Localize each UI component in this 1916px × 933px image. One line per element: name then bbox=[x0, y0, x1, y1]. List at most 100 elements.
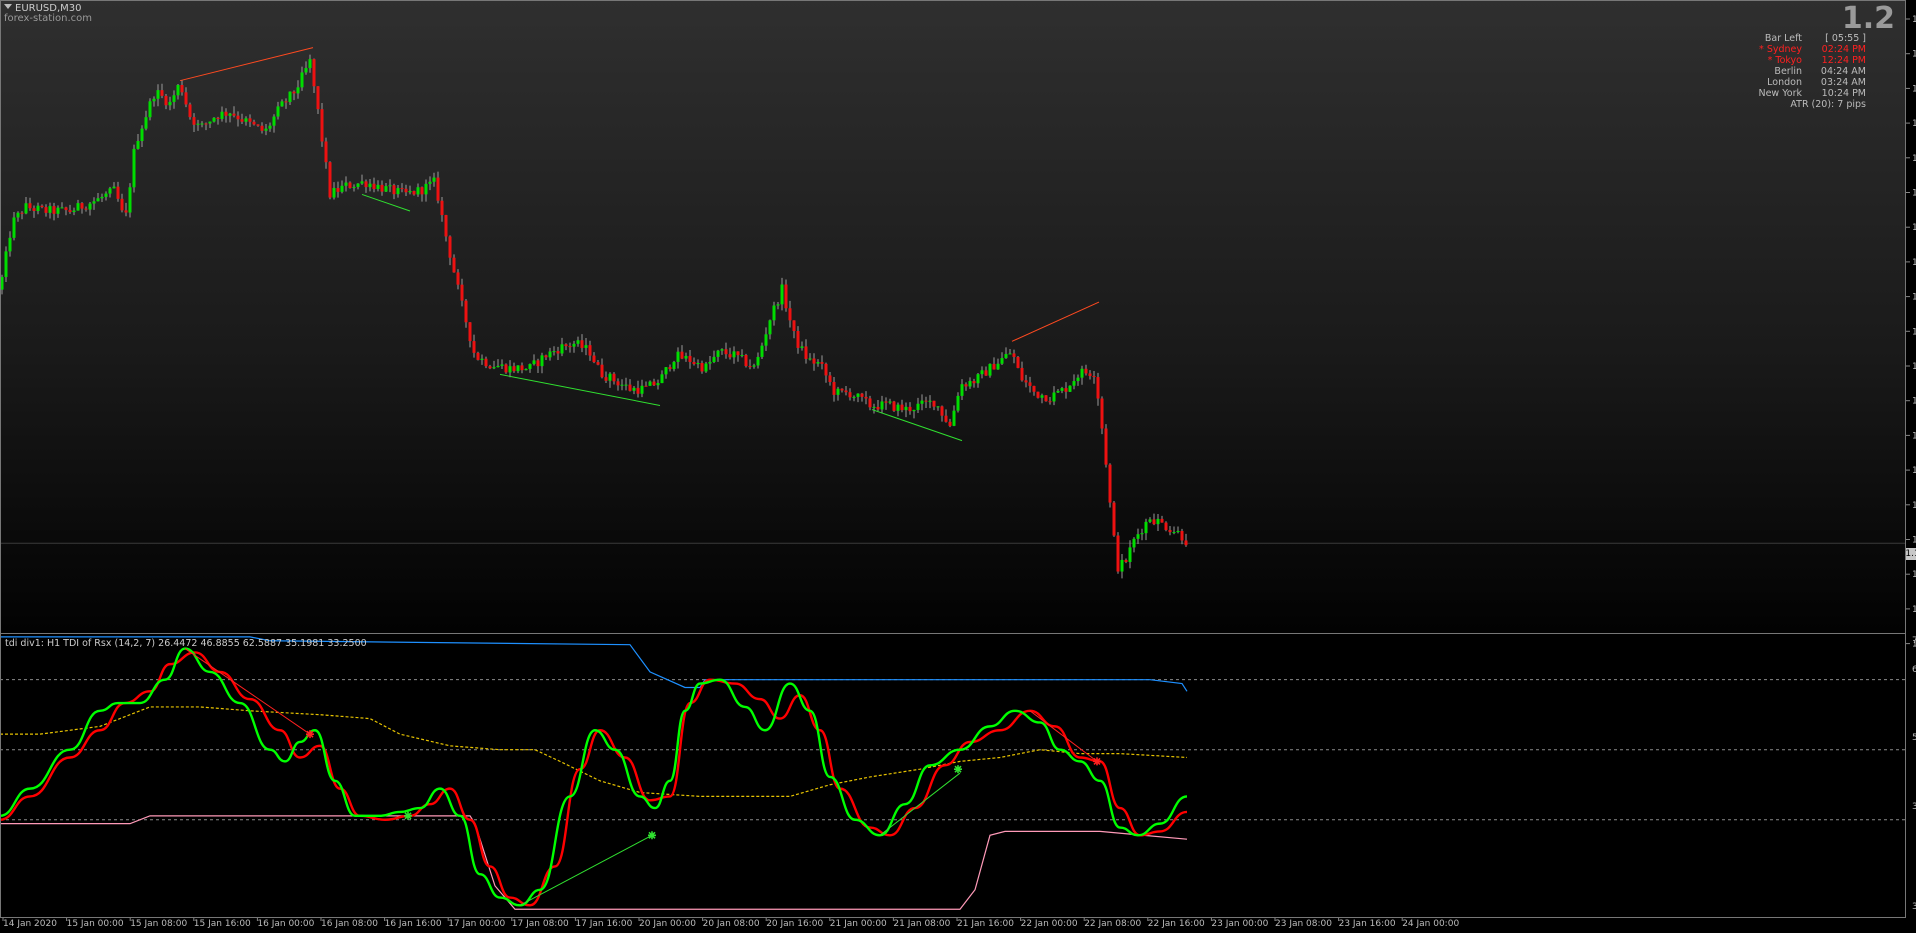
candle bbox=[276, 101, 280, 120]
candle bbox=[0, 274, 4, 295]
candle bbox=[336, 181, 340, 198]
candle bbox=[124, 202, 128, 217]
candle-body bbox=[1008, 353, 1012, 355]
candle-body bbox=[1136, 534, 1140, 539]
candle bbox=[172, 90, 176, 109]
candle-body bbox=[1068, 385, 1072, 392]
candle-body bbox=[180, 84, 184, 93]
candle bbox=[872, 403, 876, 414]
candle bbox=[432, 172, 436, 187]
candle bbox=[108, 186, 112, 198]
candle-body bbox=[576, 340, 580, 344]
candle bbox=[800, 341, 804, 351]
candle-body bbox=[928, 400, 932, 402]
candle-body bbox=[988, 363, 992, 376]
candle-body bbox=[836, 388, 840, 395]
candle-body bbox=[984, 370, 988, 376]
candle bbox=[1100, 396, 1104, 435]
candle-body bbox=[912, 409, 916, 412]
candle bbox=[1168, 526, 1172, 536]
candle bbox=[760, 342, 764, 359]
price-axis-label: 1.11685 bbox=[1912, 50, 1916, 60]
candle bbox=[1164, 521, 1168, 532]
candle bbox=[612, 372, 616, 385]
candle-body bbox=[164, 95, 168, 106]
candle-body bbox=[232, 113, 236, 116]
candle bbox=[20, 211, 24, 220]
candle-body bbox=[128, 187, 132, 213]
indicator-axis-label: 32 bbox=[1912, 802, 1916, 812]
candle-body bbox=[276, 106, 280, 117]
candle bbox=[764, 327, 768, 352]
candle-body bbox=[592, 355, 596, 363]
candle bbox=[548, 347, 552, 361]
candle bbox=[828, 371, 832, 386]
candle bbox=[968, 377, 972, 389]
price-axis-label: 1.10965 bbox=[1912, 362, 1916, 372]
candle bbox=[952, 405, 956, 427]
candle-body bbox=[672, 361, 676, 369]
candle-body bbox=[424, 183, 428, 195]
candle bbox=[344, 176, 348, 192]
candle-body bbox=[904, 406, 908, 411]
candle-body bbox=[632, 387, 636, 391]
price-chart-panel[interactable]: EURUSD,M30 forex-station.com 1.2 Bar Lef… bbox=[0, 0, 1905, 633]
candle-body bbox=[608, 373, 612, 381]
candle bbox=[1172, 526, 1176, 535]
candle-body bbox=[1080, 368, 1084, 378]
candle-body bbox=[268, 125, 272, 129]
signal-marker bbox=[1093, 757, 1101, 766]
candle-body bbox=[244, 118, 248, 122]
chevron-down-icon[interactable] bbox=[4, 4, 12, 9]
candle bbox=[1088, 370, 1092, 380]
candle-body bbox=[332, 188, 336, 198]
candle bbox=[1156, 513, 1160, 531]
candle-body bbox=[68, 210, 72, 213]
price-axis-label: 1.11525 bbox=[1912, 119, 1916, 129]
candle bbox=[900, 399, 904, 413]
candle-body bbox=[236, 115, 240, 120]
candle-body bbox=[280, 101, 284, 107]
candle-body bbox=[624, 384, 628, 386]
candle-body bbox=[1184, 540, 1188, 546]
info-label: * Sydney bbox=[1759, 44, 1802, 55]
candle bbox=[428, 176, 432, 191]
candle bbox=[1076, 374, 1080, 386]
candle-body bbox=[220, 111, 224, 119]
time-axis-label: 16 Jan 00:00 bbox=[257, 919, 314, 929]
time-axis-label: 14 Jan 2020 bbox=[3, 919, 57, 929]
candle-body bbox=[876, 406, 880, 410]
candle bbox=[704, 361, 708, 373]
candle bbox=[464, 298, 468, 328]
candle bbox=[544, 354, 548, 360]
info-row: Bar Left [ 05:55 ] bbox=[1706, 33, 1866, 44]
candle-body bbox=[28, 203, 32, 209]
candle-body bbox=[1024, 380, 1028, 383]
candle-body bbox=[1104, 428, 1108, 465]
candle-body bbox=[652, 381, 656, 386]
candle bbox=[32, 205, 36, 218]
candle bbox=[472, 334, 476, 358]
candle bbox=[832, 376, 836, 402]
candle bbox=[484, 356, 488, 369]
candle-body bbox=[1016, 356, 1020, 368]
candle bbox=[556, 346, 560, 361]
candle-body bbox=[660, 374, 664, 384]
candle bbox=[936, 406, 940, 411]
candle-body bbox=[676, 351, 680, 362]
candle bbox=[756, 352, 760, 369]
candle-body bbox=[992, 363, 996, 370]
info-row: ATR (20): 7 pips bbox=[1706, 99, 1866, 110]
candle-body bbox=[416, 187, 420, 195]
candle bbox=[380, 180, 384, 196]
time-axis-label: 16 Jan 08:00 bbox=[321, 919, 378, 929]
candle bbox=[608, 372, 612, 388]
candle-body bbox=[920, 400, 924, 404]
candle bbox=[48, 202, 52, 219]
candle-body bbox=[440, 200, 444, 216]
candle bbox=[1136, 528, 1140, 544]
candle-body bbox=[52, 206, 56, 214]
candle-body bbox=[444, 215, 448, 237]
indicator-panel[interactable] bbox=[0, 633, 1905, 917]
candle-body bbox=[204, 123, 208, 125]
